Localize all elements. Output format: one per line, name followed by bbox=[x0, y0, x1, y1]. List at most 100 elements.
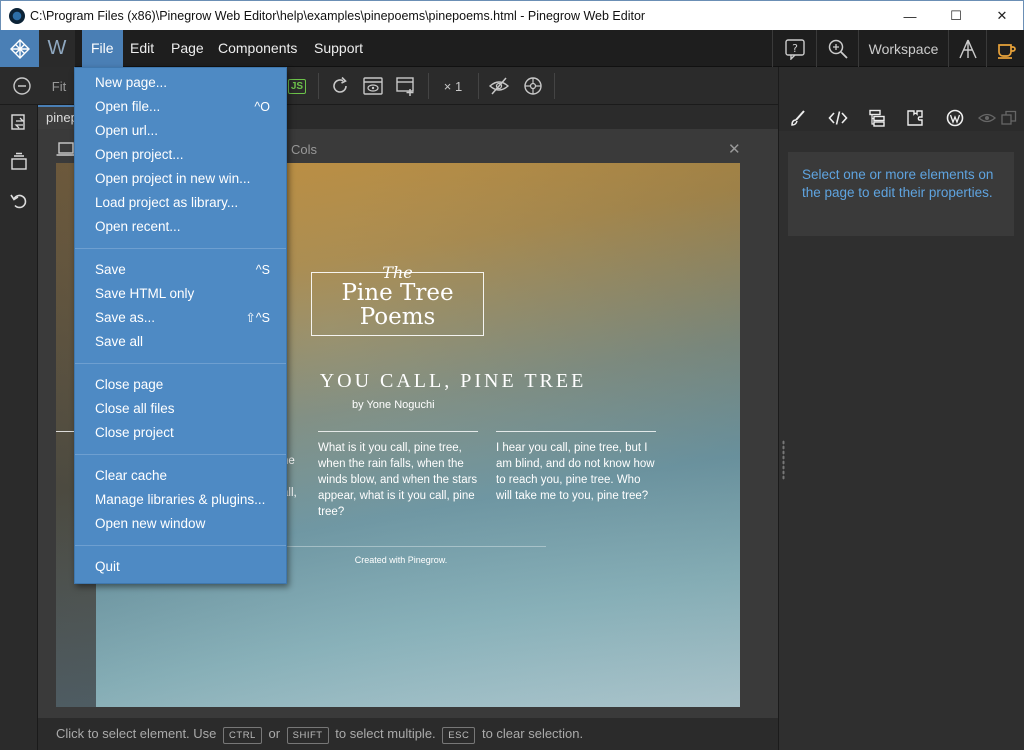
minimize-button[interactable]: — bbox=[887, 1, 933, 31]
tree-icon[interactable] bbox=[948, 30, 986, 67]
menu-item-label: Quit bbox=[95, 559, 120, 574]
app-icon bbox=[9, 7, 25, 24]
menu-item-label: Close all files bbox=[95, 401, 175, 416]
menu-file[interactable]: File bbox=[82, 30, 123, 67]
menu-item-label: Open url... bbox=[95, 123, 159, 138]
status-bar: Click to select element. Use CTRL or SHI… bbox=[38, 718, 778, 750]
properties-empty-message: Select one or more elements on the page … bbox=[788, 152, 1014, 236]
left-sidebar bbox=[0, 105, 38, 750]
menu-item-manage-libraries-plugins[interactable]: Manage libraries & plugins... bbox=[75, 488, 286, 512]
key-shift: SHIFT bbox=[286, 727, 329, 744]
zoom-search-icon[interactable] bbox=[816, 30, 858, 67]
tree-structure-icon[interactable] bbox=[867, 108, 887, 128]
page-swap-icon[interactable] bbox=[9, 113, 29, 133]
menu-item-label: Save bbox=[95, 262, 126, 277]
zoom-level-label[interactable]: × 1 bbox=[436, 67, 470, 105]
menu-item-clear-cache[interactable]: Clear cache bbox=[75, 464, 286, 488]
menu-item-label: Open project in new win... bbox=[95, 171, 251, 186]
menu-item-open-project-in-new-win[interactable]: Open project in new win... bbox=[75, 167, 286, 191]
settings-wheel-icon[interactable] bbox=[520, 67, 546, 105]
menu-separator bbox=[75, 363, 286, 364]
menu-separator bbox=[75, 454, 286, 455]
library-stack-icon[interactable] bbox=[9, 152, 29, 172]
status-text: to select multiple. bbox=[335, 726, 436, 741]
help-icon[interactable]: ? bbox=[772, 30, 816, 67]
menu-item-label: Close page bbox=[95, 377, 164, 392]
menu-item-save[interactable]: Save ^S bbox=[75, 258, 286, 282]
menu-item-label: Load project as library... bbox=[95, 195, 239, 210]
maximize-button[interactable]: ☐ bbox=[933, 1, 979, 31]
logo-title: Pine Tree Poems bbox=[341, 280, 454, 330]
menu-item-label: Manage libraries & plugins... bbox=[95, 492, 266, 507]
status-text: to clear selection. bbox=[481, 726, 584, 741]
pinegrow-logo-icon[interactable] bbox=[0, 30, 39, 67]
menu-bar: W File Edit Page Components Support ? Wo… bbox=[0, 30, 1024, 67]
menu-item-close-project[interactable]: Close project bbox=[75, 421, 286, 445]
menu-item-load-project-as-library[interactable]: Load project as library... bbox=[75, 191, 286, 215]
wordpress-icon[interactable] bbox=[945, 108, 965, 128]
menu-item-close-all-files[interactable]: Close all files bbox=[75, 397, 286, 421]
menu-support[interactable]: Support bbox=[305, 30, 372, 67]
poem-column-2: What is it you call, pine tree, when the… bbox=[318, 431, 478, 520]
menu-item-open-recent[interactable]: Open recent... bbox=[75, 215, 286, 239]
menu-item-label: Open new window bbox=[95, 516, 206, 531]
menu-components[interactable]: Components bbox=[209, 30, 306, 67]
menu-item-label: Save HTML only bbox=[95, 286, 195, 301]
menu-separator bbox=[75, 545, 286, 546]
js-toggle-icon[interactable]: JS bbox=[286, 67, 308, 105]
poem-column-3: I hear you call, pine tree, but I am bli… bbox=[496, 431, 656, 504]
menu-item-quit[interactable]: Quit bbox=[75, 555, 286, 579]
workspace-button[interactable]: Workspace bbox=[858, 30, 948, 67]
refresh-icon[interactable] bbox=[327, 67, 353, 105]
menu-item-close-page[interactable]: Close page bbox=[75, 373, 286, 397]
status-text: Click to select element. Use bbox=[56, 726, 217, 741]
menu-edit[interactable]: Edit bbox=[121, 30, 163, 67]
menu-separator bbox=[75, 248, 286, 249]
menu-item-open-new-window[interactable]: Open new window bbox=[75, 512, 286, 536]
tab-pinepoems[interactable]: pinep bbox=[38, 105, 78, 129]
close-page-icon[interactable]: ✕ bbox=[728, 140, 741, 158]
visibility-eye-icon[interactable] bbox=[977, 108, 997, 128]
wordpress-mode-button[interactable]: W bbox=[39, 30, 75, 67]
menu-page[interactable]: Page bbox=[162, 30, 213, 67]
zoom-out-icon[interactable] bbox=[8, 67, 36, 105]
right-panel-tabs bbox=[778, 105, 1024, 131]
menu-item-new-page[interactable]: New page... bbox=[75, 71, 286, 95]
code-icon[interactable] bbox=[828, 108, 848, 128]
fit-zoom-field[interactable]: Fit bbox=[44, 67, 74, 105]
menu-item-label: Close project bbox=[95, 425, 174, 440]
menu-item-save-as[interactable]: Save as... ⇧^S bbox=[75, 306, 286, 330]
close-window-button[interactable]: ✕ bbox=[979, 1, 1024, 31]
title-bar: C:\Program Files (x86)\Pinegrow Web Edit… bbox=[0, 0, 1024, 30]
style-brush-icon[interactable] bbox=[788, 108, 808, 128]
status-text: or bbox=[268, 726, 281, 741]
components-puzzle-icon[interactable] bbox=[905, 108, 925, 128]
menu-item-save-html-only[interactable]: Save HTML only bbox=[75, 282, 286, 306]
preview-icon[interactable] bbox=[360, 67, 386, 105]
poem-author: by Yone Noguchi bbox=[352, 399, 435, 411]
site-logo: The Pine Tree Poems bbox=[311, 263, 484, 336]
coffee-cup-icon[interactable] bbox=[986, 30, 1024, 67]
menu-item-label: Open file... bbox=[95, 99, 161, 114]
menu-item-open-url[interactable]: Open url... bbox=[75, 119, 286, 143]
key-ctrl: CTRL bbox=[223, 727, 262, 744]
add-page-icon[interactable] bbox=[393, 67, 419, 105]
laptop-icon[interactable] bbox=[56, 141, 76, 160]
key-esc: ESC bbox=[442, 727, 476, 744]
menu-item-open-project[interactable]: Open project... bbox=[75, 143, 286, 167]
hide-eye-icon[interactable] bbox=[486, 67, 512, 105]
menu-item-label: Open recent... bbox=[95, 219, 181, 234]
menu-item-open-file[interactable]: Open file... ^O bbox=[75, 95, 286, 119]
menu-shortcut: ^S bbox=[255, 263, 270, 277]
cols-label: Cols bbox=[291, 142, 318, 157]
detach-panel-icon[interactable] bbox=[999, 108, 1019, 128]
menu-item-save-all[interactable]: Save all bbox=[75, 330, 286, 354]
menu-shortcut: ⇧^S bbox=[245, 311, 270, 325]
menu-item-label: New page... bbox=[95, 75, 168, 90]
menu-item-label: Open project... bbox=[95, 147, 184, 162]
panel-splitter[interactable] bbox=[782, 440, 785, 480]
history-undo-icon[interactable] bbox=[9, 191, 29, 211]
right-panel-header bbox=[778, 67, 1024, 105]
menu-item-label: Clear cache bbox=[95, 468, 168, 483]
menu-shortcut: ^O bbox=[254, 100, 270, 114]
